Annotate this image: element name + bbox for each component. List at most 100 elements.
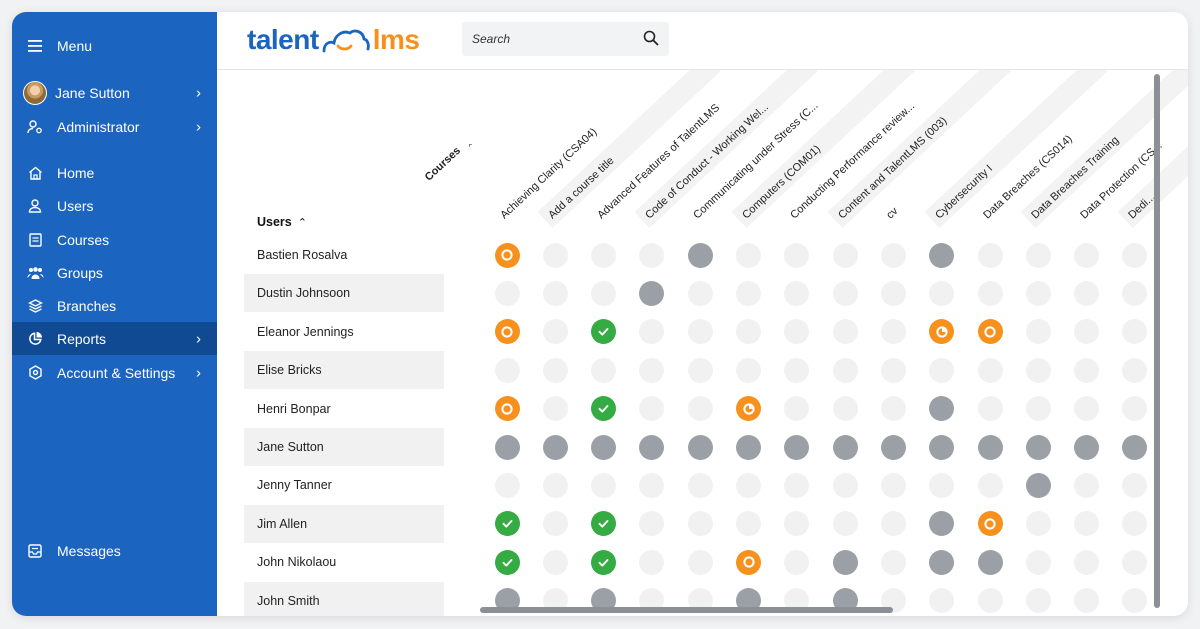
status-cell-enrolled[interactable] — [929, 242, 955, 268]
status-cell-enrolled[interactable] — [687, 242, 713, 268]
status-cell-not-enrolled[interactable] — [1025, 319, 1051, 345]
status-cell-completed[interactable] — [591, 549, 617, 575]
status-cell-not-enrolled[interactable] — [784, 357, 810, 383]
user-profile[interactable]: Jane Sutton › — [12, 76, 217, 109]
status-cell-not-enrolled[interactable] — [687, 319, 713, 345]
status-cell-not-enrolled[interactable] — [1122, 280, 1148, 306]
status-cell-not-enrolled[interactable] — [832, 396, 858, 422]
status-cell-in-progress[interactable] — [736, 549, 761, 575]
status-cell-not-enrolled[interactable] — [784, 472, 810, 498]
status-cell-enrolled[interactable] — [1025, 434, 1051, 460]
status-cell-enrolled[interactable] — [591, 434, 617, 460]
status-cell-not-enrolled[interactable] — [1074, 280, 1100, 306]
status-cell-enrolled[interactable] — [687, 434, 713, 460]
status-cell-not-enrolled[interactable] — [687, 511, 713, 537]
status-cell-not-enrolled[interactable] — [542, 472, 568, 498]
status-cell-not-enrolled[interactable] — [1025, 242, 1051, 268]
user-name-cell[interactable]: Bastien Rosalva — [257, 248, 347, 262]
status-cell-not-enrolled[interactable] — [591, 280, 617, 306]
sidebar-item-reports[interactable]: Reports › — [12, 322, 217, 355]
status-cell-in-progress[interactable] — [977, 511, 1003, 537]
status-cell-not-enrolled[interactable] — [1074, 396, 1100, 422]
status-cell-not-enrolled[interactable] — [736, 357, 761, 383]
status-cell-in-progress[interactable] — [494, 242, 520, 268]
status-cell-not-enrolled[interactable] — [687, 472, 713, 498]
user-name-cell[interactable]: Jim Allen — [257, 517, 307, 531]
status-cell-not-enrolled[interactable] — [687, 549, 713, 575]
user-name-cell[interactable]: Dustin Johnsoon — [257, 286, 350, 300]
status-cell-not-enrolled[interactable] — [977, 280, 1003, 306]
status-cell-not-enrolled[interactable] — [1025, 511, 1051, 537]
status-cell-enrolled[interactable] — [977, 434, 1003, 460]
status-cell-enrolled[interactable] — [832, 549, 858, 575]
status-cell-not-enrolled[interactable] — [880, 242, 906, 268]
status-cell-not-enrolled[interactable] — [1074, 357, 1100, 383]
status-cell-not-enrolled[interactable] — [1122, 588, 1148, 614]
status-cell-not-enrolled[interactable] — [591, 357, 617, 383]
status-cell-not-enrolled[interactable] — [784, 242, 810, 268]
status-cell-partial[interactable] — [736, 396, 761, 422]
sidebar-item-groups[interactable]: Groups — [12, 256, 217, 289]
status-cell-not-enrolled[interactable] — [880, 396, 906, 422]
status-cell-not-enrolled[interactable] — [784, 396, 810, 422]
status-cell-not-enrolled[interactable] — [929, 280, 955, 306]
user-name-cell[interactable]: Henri Bonpar — [257, 402, 331, 416]
user-name-cell[interactable]: John Smith — [257, 594, 320, 608]
status-cell-enrolled[interactable] — [880, 434, 906, 460]
status-cell-not-enrolled[interactable] — [542, 280, 568, 306]
status-cell-enrolled[interactable] — [1122, 434, 1148, 460]
status-cell-enrolled[interactable] — [929, 396, 955, 422]
sidebar-item-branches[interactable]: Branches — [12, 289, 217, 322]
status-cell-enrolled[interactable] — [929, 511, 955, 537]
status-cell-enrolled[interactable] — [639, 434, 665, 460]
status-cell-not-enrolled[interactable] — [639, 319, 665, 345]
status-cell-in-progress[interactable] — [494, 319, 520, 345]
status-cell-not-enrolled[interactable] — [784, 511, 810, 537]
status-cell-not-enrolled[interactable] — [1122, 357, 1148, 383]
status-cell-not-enrolled[interactable] — [1074, 242, 1100, 268]
status-cell-not-enrolled[interactable] — [542, 357, 568, 383]
status-cell-in-progress[interactable] — [977, 319, 1003, 345]
status-cell-not-enrolled[interactable] — [832, 511, 858, 537]
status-cell-not-enrolled[interactable] — [832, 280, 858, 306]
user-name-cell[interactable]: Jenny Tanner — [257, 478, 332, 492]
status-cell-not-enrolled[interactable] — [929, 357, 955, 383]
status-cell-not-enrolled[interactable] — [736, 472, 761, 498]
role-switcher[interactable]: Administrator › — [12, 110, 217, 143]
status-cell-enrolled[interactable] — [929, 434, 955, 460]
status-cell-not-enrolled[interactable] — [639, 549, 665, 575]
status-cell-not-enrolled[interactable] — [784, 319, 810, 345]
status-cell-enrolled[interactable] — [929, 549, 955, 575]
horizontal-scrollbar[interactable] — [480, 607, 893, 613]
status-cell-partial[interactable] — [929, 319, 955, 345]
status-cell-completed[interactable] — [494, 511, 520, 537]
status-cell-completed[interactable] — [494, 549, 520, 575]
status-cell-not-enrolled[interactable] — [1074, 511, 1100, 537]
status-cell-enrolled[interactable] — [977, 549, 1003, 575]
status-cell-not-enrolled[interactable] — [591, 472, 617, 498]
status-cell-not-enrolled[interactable] — [1122, 549, 1148, 575]
courses-axis-label[interactable]: Courses ‸ — [422, 135, 473, 184]
status-cell-not-enrolled[interactable] — [784, 280, 810, 306]
status-cell-not-enrolled[interactable] — [832, 472, 858, 498]
status-cell-enrolled[interactable] — [1025, 472, 1051, 498]
menu-toggle[interactable]: Menu — [12, 29, 217, 62]
status-cell-not-enrolled[interactable] — [1074, 588, 1100, 614]
status-cell-in-progress[interactable] — [494, 396, 520, 422]
status-cell-not-enrolled[interactable] — [1025, 588, 1051, 614]
status-cell-not-enrolled[interactable] — [736, 280, 761, 306]
status-cell-not-enrolled[interactable] — [832, 357, 858, 383]
status-cell-not-enrolled[interactable] — [880, 511, 906, 537]
status-cell-not-enrolled[interactable] — [736, 511, 761, 537]
status-cell-not-enrolled[interactable] — [494, 280, 520, 306]
status-cell-not-enrolled[interactable] — [1122, 319, 1148, 345]
status-cell-enrolled[interactable] — [1074, 434, 1100, 460]
status-cell-not-enrolled[interactable] — [687, 280, 713, 306]
status-cell-not-enrolled[interactable] — [1122, 396, 1148, 422]
status-cell-not-enrolled[interactable] — [880, 357, 906, 383]
status-cell-not-enrolled[interactable] — [1025, 280, 1051, 306]
status-cell-enrolled[interactable] — [494, 434, 520, 460]
status-cell-not-enrolled[interactable] — [880, 472, 906, 498]
status-cell-not-enrolled[interactable] — [494, 357, 520, 383]
status-cell-not-enrolled[interactable] — [639, 396, 665, 422]
